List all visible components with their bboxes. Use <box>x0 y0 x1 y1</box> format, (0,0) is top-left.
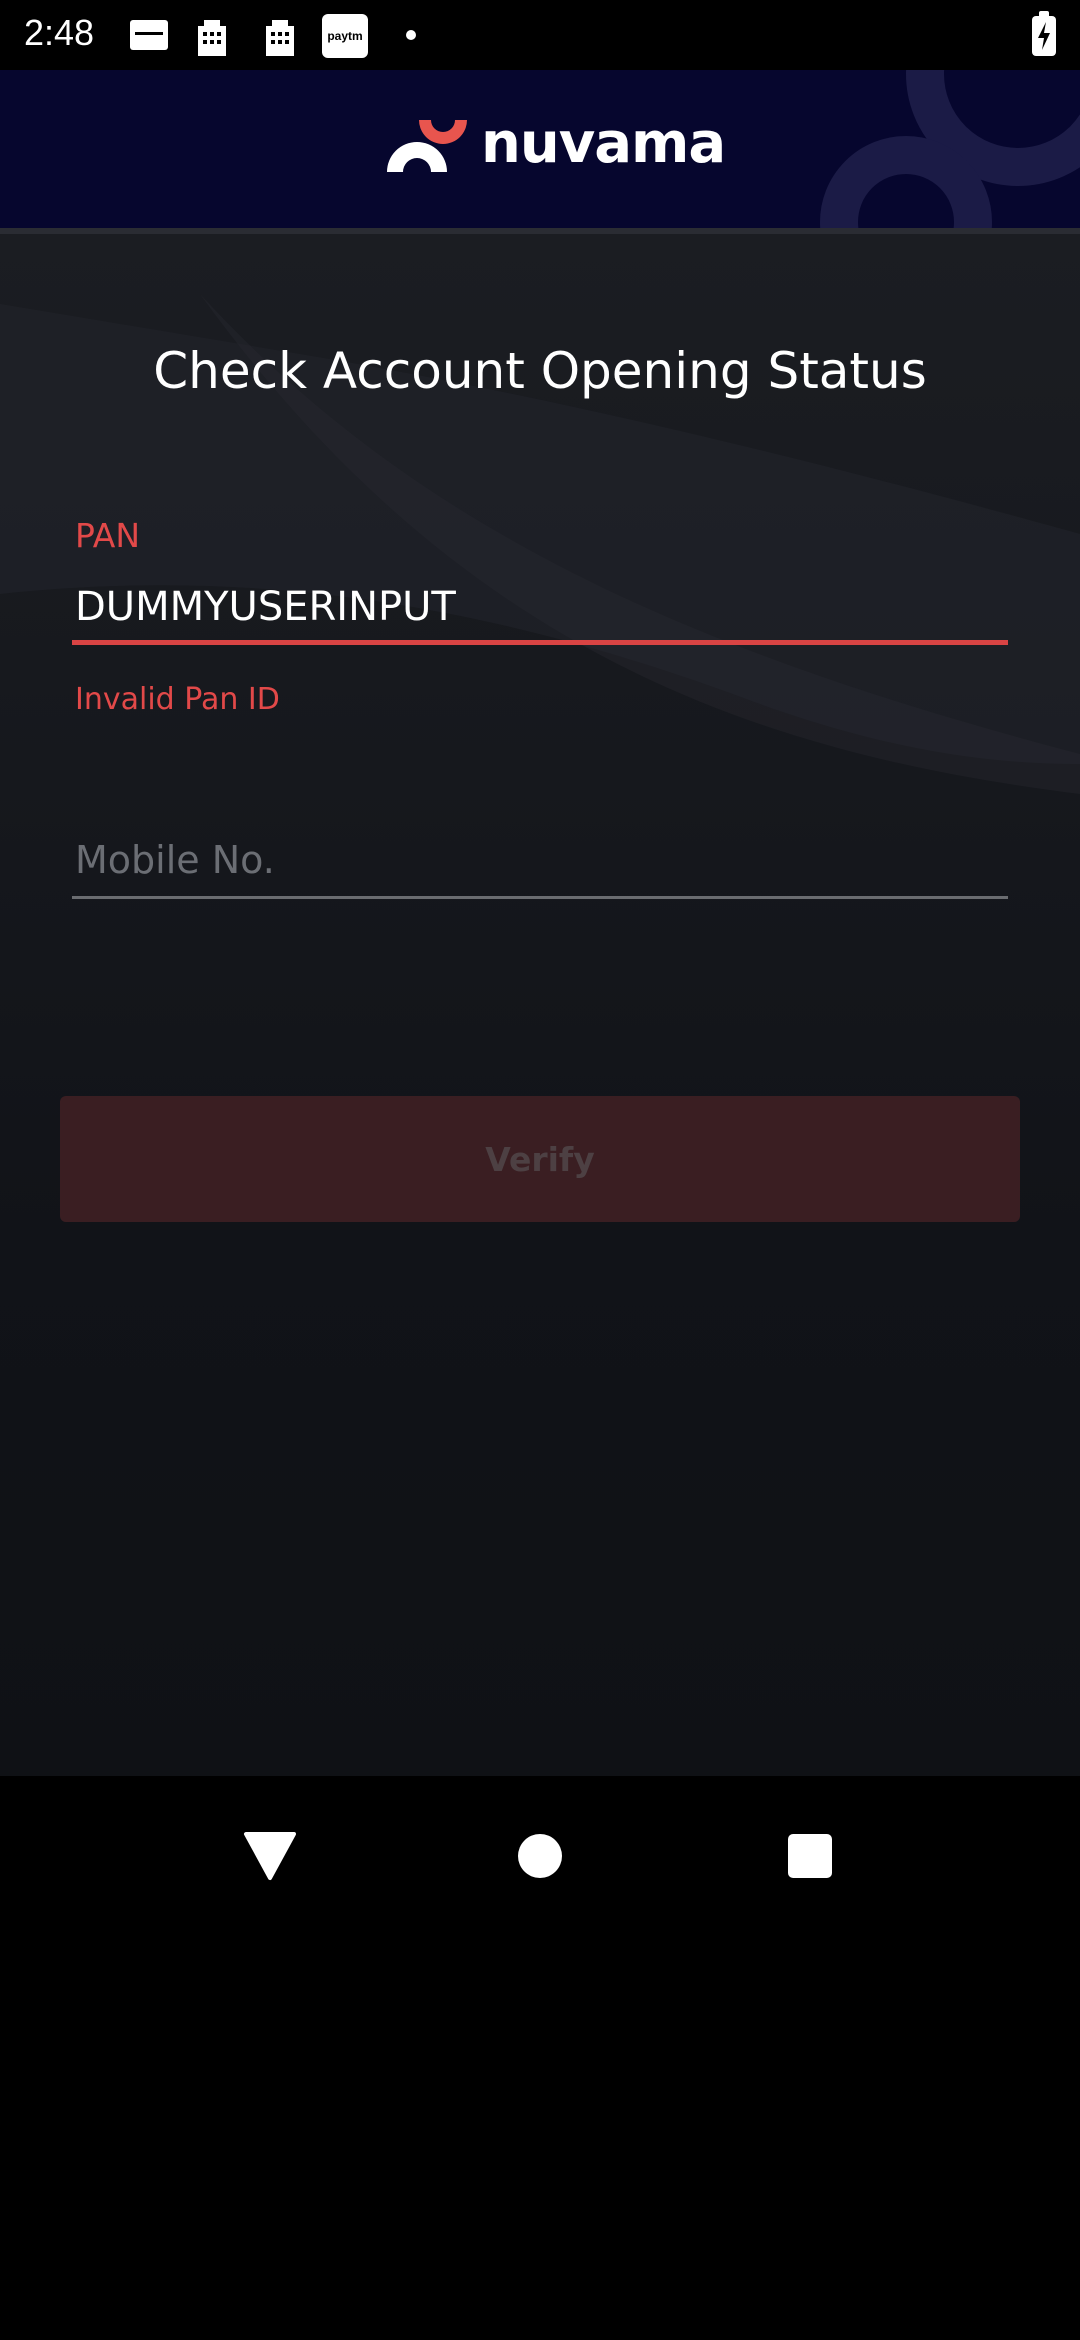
brand-name: nuvama <box>481 111 726 176</box>
pan-input[interactable]: DUMMYUSERINPUT <box>75 584 456 630</box>
logo-mark-icon <box>387 120 467 172</box>
building-icon <box>266 20 294 56</box>
credit-bureau-icon <box>130 20 168 50</box>
building-icon <box>198 20 226 56</box>
pan-input-underline <box>72 640 1008 645</box>
verify-button[interactable]: Verify <box>60 1096 1020 1222</box>
main-content: Check Account Opening Status PAN DUMMYUS… <box>0 234 1080 1776</box>
page-title: Check Account Opening Status <box>153 342 927 400</box>
paytm-icon: paytm <box>322 14 368 58</box>
pan-field-label: PAN <box>75 516 141 555</box>
verify-button-label: Verify <box>485 1139 595 1179</box>
system-nav-bar <box>0 1776 1080 2340</box>
recents-icon[interactable] <box>778 1822 842 1886</box>
mobile-input[interactable]: Mobile No. <box>75 838 275 882</box>
pan-error-message: Invalid Pan ID <box>75 682 280 717</box>
background-wave <box>0 294 1080 794</box>
back-icon[interactable] <box>238 1822 302 1886</box>
status-time: 2:48 <box>24 12 95 53</box>
mobile-input-underline <box>72 896 1008 899</box>
battery-charging-icon <box>1032 11 1056 56</box>
dot-icon <box>406 30 416 40</box>
home-icon[interactable] <box>508 1822 572 1886</box>
status-bar: 2:48 paytm <box>0 0 1080 70</box>
nuvama-logo: nuvama <box>385 112 726 182</box>
